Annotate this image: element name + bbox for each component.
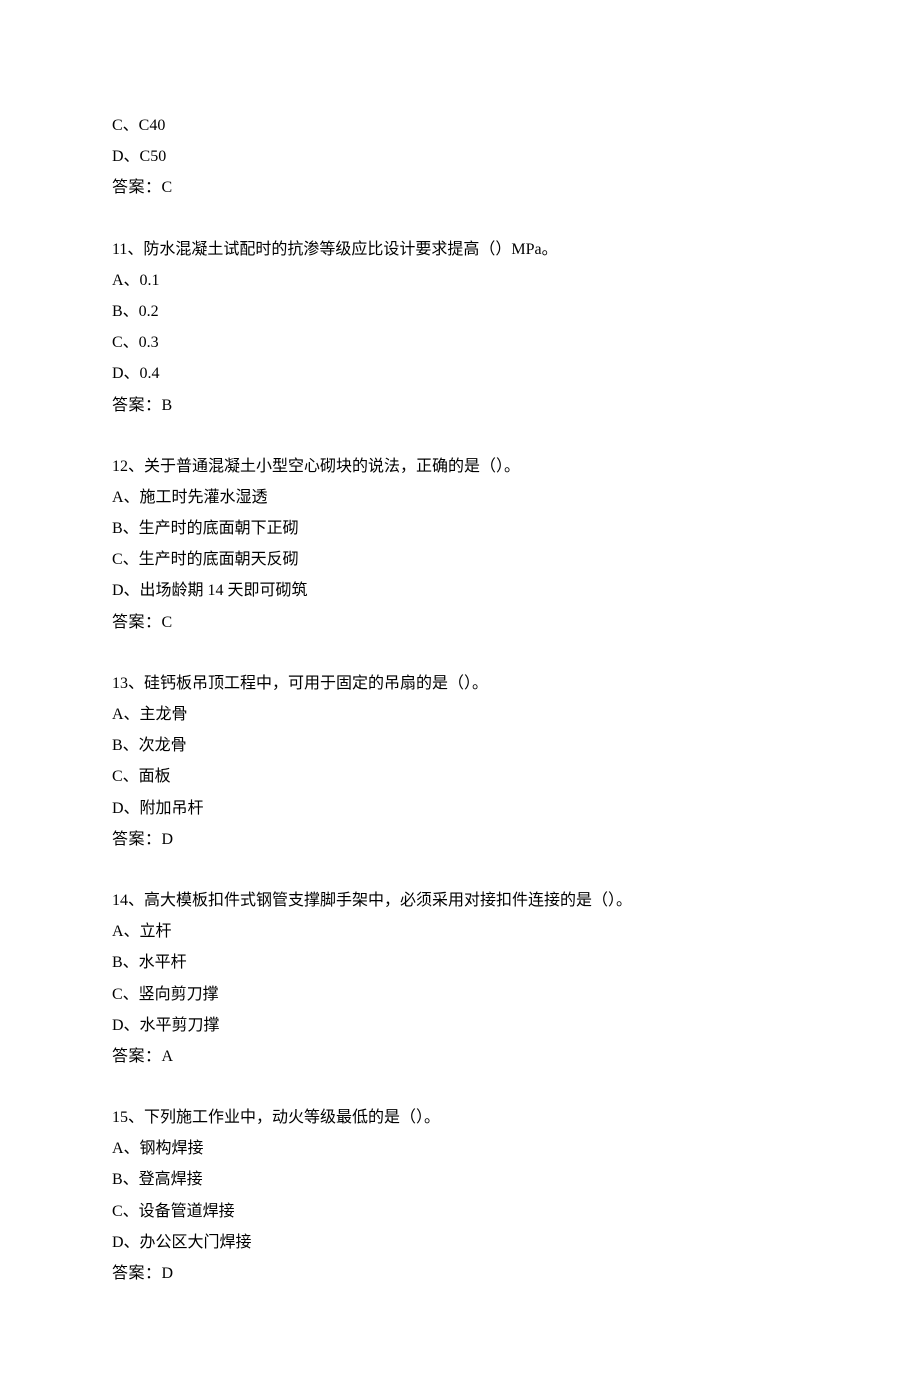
- option-text: C、面板: [112, 761, 808, 792]
- answer-text: 答案：C: [112, 607, 808, 638]
- option-text: C、C40: [112, 110, 808, 141]
- option-text: A、0.1: [112, 265, 808, 296]
- option-text: D、附加吊杆: [112, 793, 808, 824]
- question-11: 11、防水混凝土试配时的抗渗等级应比设计要求提高（）MPa。 A、0.1 B、0…: [112, 234, 808, 421]
- option-text: A、主龙骨: [112, 699, 808, 730]
- question-12: 12、关于普通混凝土小型空心砌块的说法，正确的是（）。 A、施工时先灌水湿透 B…: [112, 451, 808, 638]
- question-stem: 11、防水混凝土试配时的抗渗等级应比设计要求提高（）MPa。: [112, 234, 808, 265]
- option-text: A、施工时先灌水湿透: [112, 482, 808, 513]
- question-stem: 15、下列施工作业中，动火等级最低的是（）。: [112, 1102, 808, 1133]
- option-text: B、水平杆: [112, 947, 808, 978]
- option-text: C、生产时的底面朝天反砌: [112, 544, 808, 575]
- option-text: D、水平剪刀撑: [112, 1010, 808, 1041]
- question-15: 15、下列施工作业中，动火等级最低的是（）。 A、钢构焊接 B、登高焊接 C、设…: [112, 1102, 808, 1289]
- option-text: B、登高焊接: [112, 1164, 808, 1195]
- question-14: 14、高大模板扣件式钢管支撑脚手架中，必须采用对接扣件连接的是（）。 A、立杆 …: [112, 885, 808, 1072]
- answer-text: 答案：A: [112, 1041, 808, 1072]
- question-stem: 14、高大模板扣件式钢管支撑脚手架中，必须采用对接扣件连接的是（）。: [112, 885, 808, 916]
- question-stem: 12、关于普通混凝土小型空心砌块的说法，正确的是（）。: [112, 451, 808, 482]
- question-stem: 13、硅钙板吊顶工程中，可用于固定的吊扇的是（）。: [112, 668, 808, 699]
- answer-text: 答案：C: [112, 172, 808, 203]
- option-text: C、竖向剪刀撑: [112, 979, 808, 1010]
- option-text: C、0.3: [112, 327, 808, 358]
- option-text: A、钢构焊接: [112, 1133, 808, 1164]
- option-text: D、出场龄期 14 天即可砌筑: [112, 575, 808, 606]
- option-text: B、0.2: [112, 296, 808, 327]
- option-text: B、生产时的底面朝下正砌: [112, 513, 808, 544]
- option-text: D、办公区大门焊接: [112, 1227, 808, 1258]
- option-text: D、0.4: [112, 358, 808, 389]
- answer-text: 答案：B: [112, 390, 808, 421]
- answer-text: 答案：D: [112, 1258, 808, 1289]
- question-13: 13、硅钙板吊顶工程中，可用于固定的吊扇的是（）。 A、主龙骨 B、次龙骨 C、…: [112, 668, 808, 855]
- option-text: A、立杆: [112, 916, 808, 947]
- page-content: C、C40 D、C50 答案：C 11、防水混凝土试配时的抗渗等级应比设计要求提…: [0, 0, 920, 1399]
- option-text: C、设备管道焊接: [112, 1196, 808, 1227]
- option-text: D、C50: [112, 141, 808, 172]
- question-10-tail: C、C40 D、C50 答案：C: [112, 110, 808, 204]
- answer-text: 答案：D: [112, 824, 808, 855]
- option-text: B、次龙骨: [112, 730, 808, 761]
